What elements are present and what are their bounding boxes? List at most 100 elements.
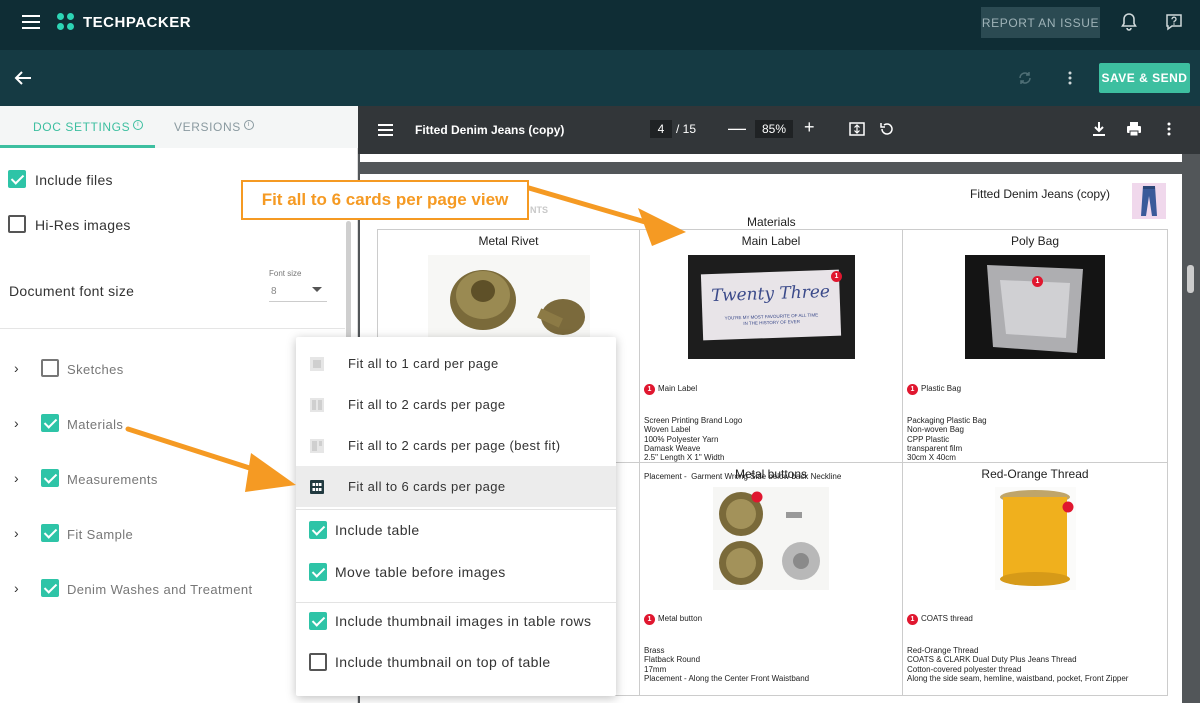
- app-name[interactable]: TECHPACKER: [83, 14, 191, 31]
- settings-tabs: DOC SETTINGS i VERSIONS i: [0, 106, 358, 148]
- card-title: Poly Bag: [1010, 234, 1060, 248]
- font-size-select[interactable]: 8: [269, 282, 327, 302]
- info-icon[interactable]: i: [243, 120, 254, 130]
- include-files-label: Include files: [35, 172, 113, 188]
- download-icon[interactable]: [1092, 121, 1106, 137]
- zoom-in-button[interactable]: +: [804, 117, 815, 138]
- card-desc-text: Red-Orange Thread COATS & CLARK Dual Dut…: [907, 646, 1129, 684]
- expand-chevron-icon[interactable]: ›: [14, 415, 19, 431]
- card-desc-title: COATS thread: [921, 614, 973, 624]
- menu-icon[interactable]: [22, 15, 40, 29]
- print-icon[interactable]: [1126, 121, 1142, 137]
- active-tab-indicator: [0, 145, 155, 148]
- menu-item-2-cards[interactable]: Fit all to 2 cards per page: [296, 384, 616, 425]
- material-card: Metal buttons 1 Metal button Brass Flatba…: [640, 463, 903, 695]
- expand-chevron-icon[interactable]: ›: [14, 360, 19, 376]
- font-size-value: 8: [271, 286, 277, 297]
- six-cards-icon: [310, 480, 324, 494]
- more-vert-icon[interactable]: [1166, 121, 1172, 137]
- back-arrow-icon[interactable]: [14, 70, 32, 86]
- tab-doc-settings[interactable]: DOC SETTINGS i: [33, 120, 144, 134]
- document-font-size-label: Document font size: [9, 283, 135, 299]
- expand-chevron-icon[interactable]: ›: [14, 470, 19, 486]
- section-checkbox-measurements[interactable]: [41, 469, 59, 487]
- more-options-icon[interactable]: [1067, 70, 1073, 86]
- menu-item-label: Fit all to 6 cards per page: [348, 479, 506, 494]
- alert-badge: 1: [1032, 276, 1043, 287]
- viewer-menu-icon[interactable]: [378, 124, 393, 136]
- section-label: Materials: [67, 417, 124, 432]
- tab-versions[interactable]: VERSIONS i: [174, 120, 254, 134]
- menu-item-2-cards-best-fit[interactable]: Fit all to 2 cards per page (best fit): [296, 425, 616, 466]
- document-title: Fitted Denim Jeans (copy): [415, 123, 565, 137]
- tab-versions-label: VERSIONS: [174, 120, 241, 134]
- divider: [0, 328, 345, 329]
- card-desc-title: Plastic Bag: [921, 384, 962, 394]
- alert-badge: 1: [907, 383, 918, 395]
- material-card: Poly Bag 1 1 Plastic Bag Packaging Plasti…: [903, 230, 1167, 463]
- section-checkbox-denim-washes[interactable]: [41, 579, 59, 597]
- info-icon[interactable]: i: [133, 120, 144, 130]
- material-card: Red-Orange Thread 1 COATS thread Red-Oran…: [903, 463, 1167, 695]
- menu-item-label: Fit all to 2 cards per page (best fit): [348, 438, 561, 453]
- sync-icon[interactable]: [1017, 70, 1033, 86]
- two-cards-icon: [310, 398, 324, 412]
- top-app-bar: TECHPACKER REPORT AN ISSUE: [0, 0, 1200, 50]
- section-checkbox-materials[interactable]: [41, 414, 59, 432]
- zoom-out-button[interactable]: —: [728, 118, 746, 139]
- poly-bag-image: [965, 255, 1105, 359]
- help-chat-icon[interactable]: [1165, 13, 1183, 31]
- alert-badge: 1: [831, 271, 842, 282]
- hi-res-images-checkbox[interactable]: [8, 215, 26, 233]
- pdf-viewer-toolbar: Fitted Denim Jeans (copy) 4 / 15 — 85% +: [358, 106, 1200, 154]
- label-small-text: YOU'RE MY MOST FAVOURITE OF ALL TIME IN …: [724, 312, 819, 326]
- zoom-level-input[interactable]: 85%: [755, 120, 793, 138]
- save-and-send-button[interactable]: SAVE & SEND: [1099, 63, 1190, 93]
- expand-chevron-icon[interactable]: ›: [14, 525, 19, 541]
- viewer-scrollbar[interactable]: [1187, 265, 1194, 293]
- menu-item-6-cards[interactable]: Fit all to 6 cards per page: [296, 466, 616, 507]
- card-description: 1 COATS thread Red-Orange Thread COATS & …: [907, 595, 1128, 702]
- alert-badge: 1: [644, 613, 655, 625]
- main-label-image: Twenty Three YOU'RE MY MOST FAVOURITE OF…: [688, 255, 855, 359]
- expand-chevron-icon[interactable]: ›: [14, 580, 19, 596]
- move-table-label: Move table before images: [335, 564, 506, 580]
- hi-res-images-label: Hi-Res images: [35, 217, 131, 233]
- jeans-thumbnail-icon: [1132, 183, 1166, 219]
- alert-badge: 1: [644, 383, 655, 395]
- report-issue-button[interactable]: REPORT AN ISSUE: [981, 7, 1100, 38]
- section-label: Fit Sample: [67, 527, 134, 542]
- previous-page: [360, 154, 1182, 162]
- section-checkbox-fit-sample[interactable]: [41, 524, 59, 542]
- move-table-checkbox[interactable]: [309, 563, 327, 581]
- menu-item-label: Fit all to 2 cards per page: [348, 397, 506, 412]
- rotate-icon[interactable]: [879, 121, 895, 137]
- menu-item-1-card[interactable]: Fit all to 1 card per page: [296, 343, 616, 384]
- thumbnail-rows-checkbox[interactable]: [309, 612, 327, 630]
- material-card: Main Label Twenty Three YOU'RE MY MOST F…: [640, 230, 903, 481]
- card-desc-text: Packaging Plastic Bag Non-woven Bag CPP …: [907, 416, 987, 463]
- card-desc-title: Metal button: [658, 614, 703, 624]
- thumbnail-rows-label: Include thumbnail images in table rows: [335, 613, 592, 629]
- page-header-title: Fitted Denim Jeans (copy): [970, 187, 1111, 201]
- bell-icon[interactable]: [1121, 13, 1137, 31]
- alert-badge: 1: [907, 613, 918, 625]
- layout-options-menu: Fit all to 1 card per page Fit all to 2 …: [296, 337, 616, 696]
- page-total: / 15: [676, 122, 697, 136]
- one-card-icon: [310, 357, 324, 371]
- card-title: Red-Orange Thread: [981, 467, 1089, 481]
- include-table-checkbox[interactable]: [309, 521, 327, 539]
- menu-item-label: Fit all to 1 card per page: [348, 356, 499, 371]
- card-title: Metal Rivet: [478, 234, 539, 248]
- page-number-input[interactable]: 4: [650, 120, 672, 138]
- card-description: 1 Metal button Brass Flatback Round 17mm …: [644, 595, 809, 702]
- tab-doc-settings-label: DOC SETTINGS: [33, 120, 131, 134]
- hidden-text: NTS: [530, 205, 548, 215]
- card-desc-text: Brass Flatback Round 17mm Placement - Al…: [644, 646, 810, 684]
- section-checkbox-sketches[interactable]: [41, 359, 59, 377]
- menu-divider: [296, 509, 616, 510]
- fit-page-icon[interactable]: [849, 121, 865, 137]
- menu-divider: [296, 602, 616, 603]
- thumbnail-top-checkbox[interactable]: [309, 653, 327, 671]
- include-files-checkbox[interactable]: [8, 170, 26, 188]
